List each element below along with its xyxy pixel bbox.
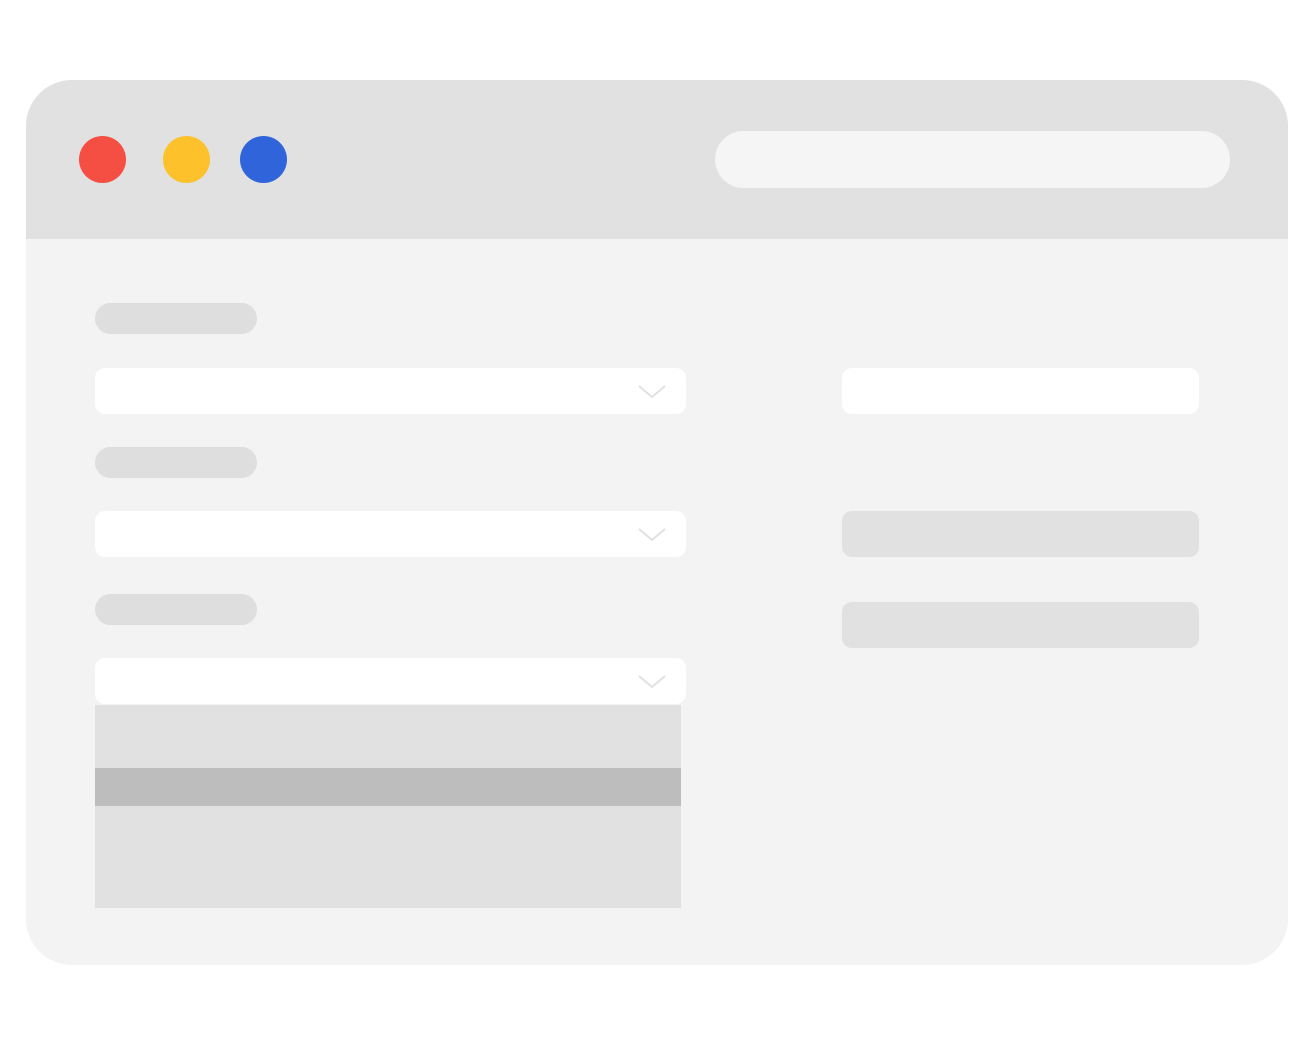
right-skeleton-block	[842, 602, 1199, 648]
dropdown-option-highlighted[interactable]	[95, 768, 681, 806]
dropdown-menu	[95, 705, 681, 908]
close-dot-icon[interactable]	[79, 136, 126, 183]
browser-window	[26, 80, 1288, 965]
chevron-down-icon	[638, 675, 666, 689]
field-3-select[interactable]	[95, 658, 686, 704]
field-3-label-placeholder	[95, 594, 257, 625]
right-input-field[interactable]	[842, 368, 1199, 414]
title-bar	[26, 80, 1288, 239]
field-1-select[interactable]	[95, 368, 686, 414]
zoom-dot-icon[interactable]	[240, 136, 287, 183]
chevron-down-icon	[638, 528, 666, 542]
dropdown-option[interactable]	[95, 806, 681, 908]
chevron-down-icon	[638, 385, 666, 399]
field-1-label-placeholder	[95, 303, 257, 334]
dropdown-option[interactable]	[95, 705, 681, 768]
field-2-label-placeholder	[95, 447, 257, 478]
address-bar[interactable]	[715, 131, 1230, 188]
right-skeleton-block	[842, 511, 1199, 557]
minimize-dot-icon[interactable]	[163, 136, 210, 183]
field-2-select[interactable]	[95, 511, 686, 557]
